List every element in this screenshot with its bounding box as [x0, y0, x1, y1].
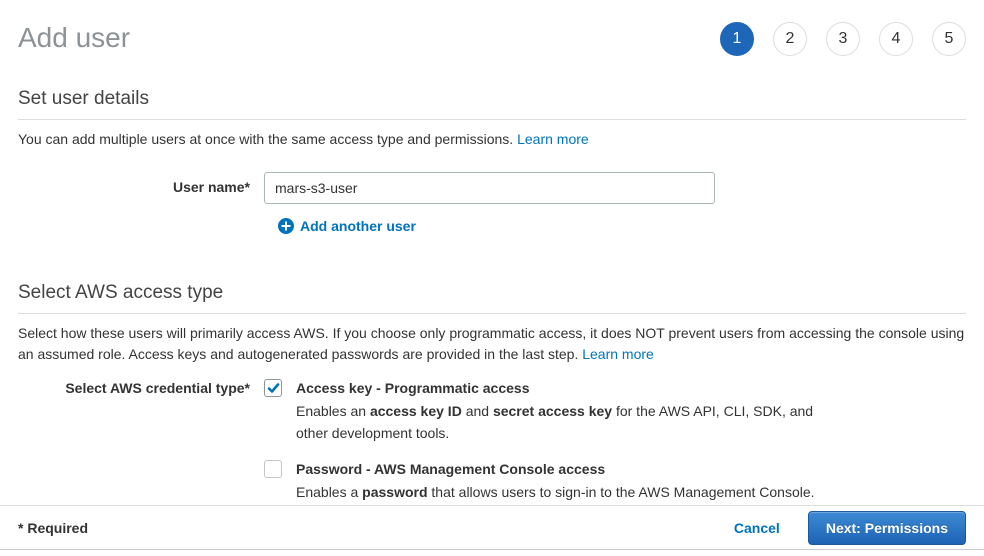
programmatic-access-checkbox[interactable] — [264, 379, 282, 397]
add-another-user-button[interactable]: Add another user — [278, 218, 416, 234]
user-name-row: User name* — [18, 172, 966, 204]
step-3: 3 — [826, 22, 860, 56]
user-details-intro: You can add multiple users at once with … — [18, 129, 966, 150]
page-title: Add user — [18, 18, 130, 58]
required-note: * Required — [18, 520, 88, 536]
desc-bold: secret access key — [493, 403, 612, 419]
wizard-step-indicator: 1 2 3 4 5 — [720, 22, 966, 56]
option-console-access: Password - AWS Management Console access… — [264, 460, 848, 504]
page-header: Add user 1 2 3 4 5 — [0, 0, 984, 58]
cancel-button[interactable]: Cancel — [734, 520, 780, 536]
option-programmatic-access: Access key - Programmatic access Enables… — [264, 379, 848, 444]
step-4-label: 4 — [892, 30, 901, 48]
desc-text: that allows users to sign-in to the AWS … — [428, 484, 815, 500]
step-4: 4 — [879, 22, 913, 56]
console-access-title: Password - AWS Management Console access — [296, 460, 815, 479]
programmatic-access-description: Enables an access key ID and secret acce… — [296, 401, 848, 444]
programmatic-access-title: Access key - Programmatic access — [296, 379, 848, 398]
step-1-label: 1 — [733, 30, 742, 48]
desc-text: and — [462, 403, 493, 419]
access-type-heading: Select AWS access type — [18, 282, 966, 314]
step-5: 5 — [932, 22, 966, 56]
credential-type-row: Select AWS credential type* Access key -… — [18, 379, 966, 504]
wizard-footer: * Required Cancel Next: Permissions — [0, 505, 984, 550]
console-access-description: Enables a password that allows users to … — [296, 482, 815, 504]
plus-circle-icon — [278, 218, 294, 234]
user-name-label: User name* — [18, 172, 250, 204]
desc-text: Enables a — [296, 484, 362, 500]
desc-bold: password — [362, 484, 427, 500]
user-name-input[interactable] — [264, 172, 715, 204]
access-type-intro: Select how these users will primarily ac… — [18, 323, 966, 365]
step-2: 2 — [773, 22, 807, 56]
add-another-user-label: Add another user — [300, 218, 416, 234]
section-user-details: Set user details You can add multiple us… — [18, 88, 966, 234]
section-access-type: Select AWS access type Select how these … — [18, 282, 966, 504]
step-2-label: 2 — [786, 30, 795, 48]
access-type-learn-more-link[interactable]: Learn more — [582, 346, 654, 362]
desc-text: Enables an — [296, 403, 370, 419]
desc-bold: access key ID — [370, 403, 462, 419]
check-icon — [267, 382, 280, 395]
user-details-intro-text: You can add multiple users at once with … — [18, 131, 517, 147]
step-3-label: 3 — [839, 30, 848, 48]
next-permissions-button[interactable]: Next: Permissions — [808, 511, 966, 545]
user-details-learn-more-link[interactable]: Learn more — [517, 131, 589, 147]
console-access-checkbox[interactable] — [264, 460, 282, 478]
step-5-label: 5 — [945, 30, 954, 48]
user-details-heading: Set user details — [18, 88, 966, 120]
step-1: 1 — [720, 22, 754, 56]
access-type-intro-text: Select how these users will primarily ac… — [18, 325, 964, 362]
credential-type-label: Select AWS credential type* — [18, 379, 250, 504]
